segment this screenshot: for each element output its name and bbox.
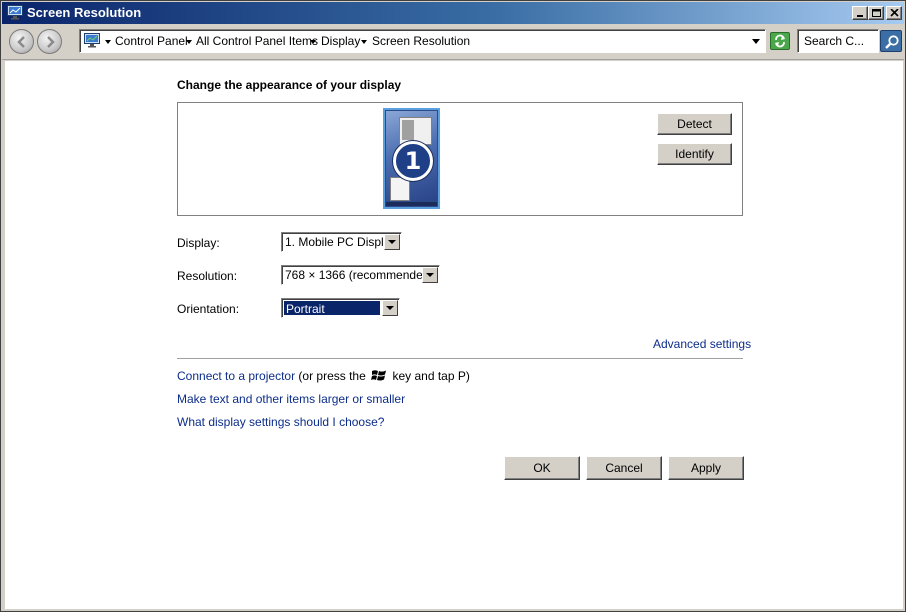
refresh-icon xyxy=(775,34,785,48)
display-preview-panel: 1 Detect Identify xyxy=(177,102,743,216)
monitor-icon xyxy=(84,33,100,48)
chevron-down-icon[interactable] xyxy=(382,300,398,316)
chevron-down-icon[interactable] xyxy=(310,40,316,44)
window-thumbnail xyxy=(390,177,410,201)
detect-button[interactable]: Detect xyxy=(657,113,732,135)
back-button[interactable] xyxy=(9,29,34,54)
close-button[interactable] xyxy=(886,6,902,20)
resolution-select-value: 768 × 1366 (recommended) xyxy=(285,268,434,282)
minimize-button[interactable] xyxy=(852,6,868,20)
refresh-button[interactable] xyxy=(770,32,790,50)
chevron-down-icon[interactable] xyxy=(105,40,111,44)
chevron-down-icon[interactable] xyxy=(186,40,192,44)
breadcrumb-all-items[interactable]: All Control Panel Items xyxy=(196,35,318,48)
address-bar[interactable]: Control Panel All Control Panel Items Di… xyxy=(79,29,766,53)
forward-arrow-icon xyxy=(47,36,55,48)
orientation-label: Orientation: xyxy=(177,302,240,316)
apply-button[interactable]: Apply xyxy=(668,456,744,480)
window-title: Screen Resolution xyxy=(27,5,142,20)
title-bar[interactable]: Screen Resolution xyxy=(2,2,904,24)
projector-row: Connect to a projector (or press the key… xyxy=(177,368,470,386)
connect-projector-link[interactable]: Connect to a projector xyxy=(177,369,295,383)
display-help-link[interactable]: What display settings should I choose? xyxy=(177,415,384,429)
advanced-settings-link[interactable]: Advanced settings xyxy=(653,337,751,351)
text-size-link[interactable]: Make text and other items larger or smal… xyxy=(177,392,405,406)
maximize-button[interactable] xyxy=(868,6,884,20)
orientation-select[interactable]: Portrait xyxy=(281,298,400,318)
search-icon xyxy=(885,35,899,49)
back-arrow-icon xyxy=(17,36,25,48)
page-title: Change the appearance of your display xyxy=(177,78,402,92)
windows-logo-icon xyxy=(371,368,387,386)
chevron-down-icon[interactable] xyxy=(361,40,367,44)
content-area: Change the appearance of your display 1 … xyxy=(5,61,903,609)
breadcrumb-display[interactable]: Display xyxy=(321,35,360,48)
cancel-button[interactable]: Cancel xyxy=(586,456,662,480)
monitor-screen: 1 xyxy=(386,111,437,201)
monitor-icon xyxy=(7,5,23,20)
projector-hint-before: (or press the xyxy=(298,369,366,383)
screen-resolution-window: Screen Resolution Control Panel All Cont… xyxy=(0,0,906,612)
taskbar-thumbnail xyxy=(386,202,437,206)
address-dropdown-icon[interactable] xyxy=(752,39,760,44)
search-button[interactable] xyxy=(880,30,902,52)
breadcrumb-control-panel[interactable]: Control Panel xyxy=(115,35,188,48)
resolution-select[interactable]: 768 × 1366 (recommended) xyxy=(281,265,440,285)
ok-button[interactable]: OK xyxy=(504,456,580,480)
navigation-bar: Control Panel All Control Panel Items Di… xyxy=(2,24,904,60)
resolution-label: Resolution: xyxy=(177,269,238,283)
monitor-1-thumbnail[interactable]: 1 xyxy=(383,108,440,209)
divider xyxy=(177,358,743,359)
breadcrumb-screen-resolution[interactable]: Screen Resolution xyxy=(372,35,470,48)
display-label: Display: xyxy=(177,236,220,250)
search-input[interactable]: Search C... xyxy=(797,29,879,53)
forward-button[interactable] xyxy=(37,29,62,54)
display-select[interactable]: 1. Mobile PC Display xyxy=(281,232,402,252)
orientation-select-value: Portrait xyxy=(284,301,380,316)
chevron-down-icon[interactable] xyxy=(384,234,400,250)
display-select-value: 1. Mobile PC Display xyxy=(285,235,397,249)
projector-hint-after: key and tap P) xyxy=(392,369,470,383)
identify-button[interactable]: Identify xyxy=(657,143,732,165)
monitor-number-badge: 1 xyxy=(393,141,433,181)
chevron-down-icon[interactable] xyxy=(422,267,438,283)
